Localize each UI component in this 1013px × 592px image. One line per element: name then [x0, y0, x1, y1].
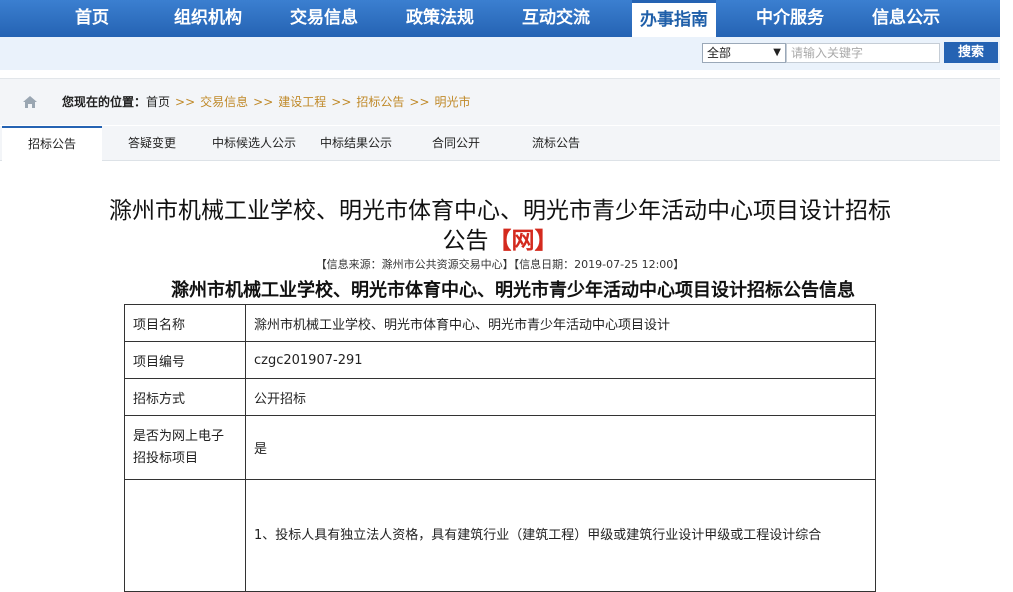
home-icon: [23, 96, 37, 108]
nav-item-publicity[interactable]: 信息公示: [864, 0, 948, 37]
search-input[interactable]: 请输入关键字: [786, 43, 940, 63]
table-key: 是否为网上电子 招投标项目: [124, 415, 246, 480]
breadcrumb: 您现在的位置：首页 >> 交易信息 >> 建设工程 >> 招标公告 >> 明光市: [0, 78, 1000, 125]
table-value: 1、投标人具有独立法人资格，具有建筑行业（建筑工程）甲级或建筑行业设计甲级或工程…: [245, 479, 876, 592]
nav-item-organization[interactable]: 组织机构: [168, 0, 248, 37]
breadcrumb-separator: >>: [175, 95, 196, 109]
tab-tender-notice[interactable]: 招标公告: [2, 126, 102, 161]
breadcrumb-label: 您现在的位置：: [62, 95, 147, 109]
breadcrumb-separator: >>: [331, 95, 352, 109]
tab-result-publicity[interactable]: 中标结果公示: [306, 126, 406, 160]
article-subtitle: 滁州市机械工业学校、明光市体育中心、明光市青少年活动中心项目设计招标公告信息: [171, 280, 855, 301]
page-edge: [1000, 0, 1013, 590]
breadcrumb-separator: >>: [253, 95, 274, 109]
table-row: 招标方式 公开招标: [124, 378, 876, 416]
breadcrumb-separator: >>: [409, 95, 430, 109]
nav-item-home[interactable]: 首页: [52, 0, 132, 37]
table-key: [124, 479, 246, 592]
breadcrumb-mingguang[interactable]: 明光市: [435, 95, 471, 109]
top-nav: 首页 组织机构 交易信息 政策法规 互动交流 办事指南 中介服务 信息公示: [0, 0, 1000, 37]
table-key: 招标方式: [124, 378, 246, 416]
nav-item-trading[interactable]: 交易信息: [284, 0, 364, 37]
breadcrumb-home[interactable]: 首页: [146, 95, 170, 109]
search-button[interactable]: 搜索: [944, 42, 998, 63]
article-meta: 【信息来源：滁州市公共资源交易中心】【信息日期：2019-07-25 12:00…: [315, 258, 685, 271]
search-scope-select[interactable]: 全部 ▼: [702, 43, 786, 63]
nav-item-agency[interactable]: 中介服务: [748, 0, 832, 37]
title-tag: 【网】: [488, 228, 558, 254]
table-value: czgc201907-291: [245, 341, 876, 379]
table-value: 滁州市机械工业学校、明光市体育中心、明光市青少年活动中心项目设计: [245, 304, 876, 342]
tab-bar: 招标公告 答疑变更 中标候选人公示 中标结果公示 合同公开 流标公告: [0, 126, 1000, 161]
title-line-2-text: 公告: [442, 228, 489, 254]
breadcrumb-tender-notice[interactable]: 招标公告: [356, 95, 404, 109]
tab-candidate-publicity[interactable]: 中标候选人公示: [202, 126, 306, 160]
table-value: 是: [245, 415, 876, 480]
table-key-line-1: 是否为网上电子: [133, 428, 225, 444]
search-scope-value: 全部: [707, 46, 732, 60]
nav-item-guide[interactable]: 办事指南: [632, 0, 716, 37]
tab-contract-public[interactable]: 合同公开: [406, 126, 506, 160]
breadcrumb-trail: 您现在的位置：首页 >> 交易信息 >> 建设工程 >> 招标公告 >> 明光市: [62, 94, 471, 110]
tab-qa-change[interactable]: 答疑变更: [102, 126, 202, 160]
title-line-1: 滁州市机械工业学校、明光市体育中心、明光市青少年活动中心项目设计招标: [109, 198, 891, 224]
nav-item-interaction[interactable]: 互动交流: [516, 0, 596, 37]
table-key: 项目编号: [124, 341, 246, 379]
table-value: 公开招标: [245, 378, 876, 416]
table-key-line-2: 招投标项目: [133, 450, 199, 466]
table-row: 项目编号 czgc201907-291: [124, 341, 876, 379]
table-row: 是否为网上电子 招投标项目 是: [124, 415, 876, 480]
tab-failed-bid[interactable]: 流标公告: [506, 126, 606, 160]
table-row: 项目名称 滁州市机械工业学校、明光市体育中心、明光市青少年活动中心项目设计: [124, 304, 876, 342]
info-table: 项目名称 滁州市机械工业学校、明光市体育中心、明光市青少年活动中心项目设计 项目…: [124, 304, 876, 592]
nav-item-policy[interactable]: 政策法规: [400, 0, 480, 37]
search-placeholder: 请输入关键字: [791, 46, 864, 60]
table-key: 项目名称: [124, 304, 246, 342]
table-row: 1、投标人具有独立法人资格，具有建筑行业（建筑工程）甲级或建筑行业设计甲级或工程…: [124, 479, 876, 592]
title-line-2: 公告【网】: [0, 226, 1000, 256]
breadcrumb-trading[interactable]: 交易信息: [200, 95, 248, 109]
chevron-down-icon: ▼: [773, 47, 781, 58]
page-title: 滁州市机械工业学校、明光市体育中心、明光市青少年活动中心项目设计招标 公告【网】: [0, 196, 1000, 256]
breadcrumb-construction[interactable]: 建设工程: [278, 95, 326, 109]
search-bar: 全部 ▼ 请输入关键字 搜索: [0, 37, 1000, 70]
